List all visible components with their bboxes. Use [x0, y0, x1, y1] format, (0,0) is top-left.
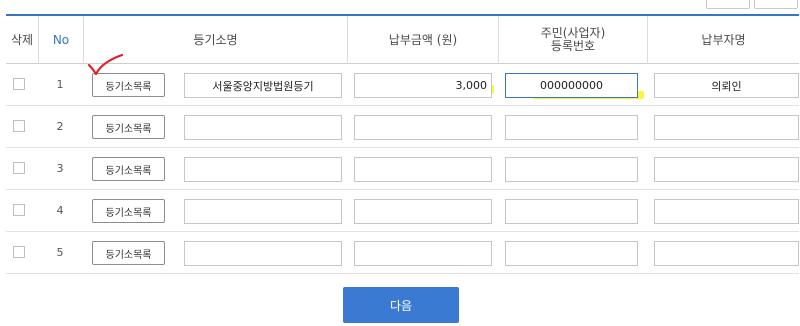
header-delete: 삭제	[6, 16, 38, 64]
registry-name-input[interactable]: 서울중앙지방법원등기	[184, 73, 342, 98]
amount-input[interactable]	[354, 199, 492, 224]
header-payer: 납부자명	[648, 16, 799, 64]
row-number: 1	[56, 78, 64, 91]
header-amount-label: 납부금액 (원)	[388, 32, 458, 47]
header-delete-label: 삭제	[10, 32, 34, 47]
row-number: 2	[56, 120, 64, 133]
registry-name-input[interactable]	[184, 157, 342, 182]
registry-list-button[interactable]: 등기소목록	[92, 241, 165, 265]
row-number: 3	[56, 162, 64, 175]
registry-list-button[interactable]: 등기소목록	[92, 157, 165, 181]
payer-name-input[interactable]	[654, 241, 799, 266]
payer-name-input[interactable]	[654, 157, 799, 182]
registry-name-value: 서울중앙지방법원등기	[212, 79, 314, 93]
amount-value: 3,000	[455, 79, 488, 92]
resident-id-input[interactable]: 000000000	[505, 73, 638, 98]
delete-checkbox[interactable]	[13, 204, 25, 216]
payer-name-input[interactable]	[654, 199, 799, 224]
amount-input[interactable]	[354, 115, 492, 140]
header-no: No	[39, 16, 83, 64]
top-button-left[interactable]	[706, 0, 750, 9]
row-number: 5	[56, 246, 64, 259]
delete-checkbox[interactable]	[13, 162, 25, 174]
delete-checkbox[interactable]	[13, 246, 25, 258]
top-button-right[interactable]	[754, 0, 798, 9]
resident-id-input[interactable]	[505, 241, 638, 266]
table-row: 4 등기소목록	[6, 190, 799, 232]
resident-id-input[interactable]	[505, 157, 638, 182]
header-resident-id-line2: 등록번호	[550, 39, 596, 53]
table-row: 3 등기소목록	[6, 148, 799, 190]
table-row: 5 등기소목록	[6, 232, 799, 274]
header-amount: 납부금액 (원)	[348, 16, 498, 64]
row-number: 4	[56, 204, 64, 217]
top-button-group	[706, 0, 798, 9]
payer-name-value: 의뢰인	[711, 79, 742, 93]
delete-checkbox[interactable]	[13, 78, 25, 90]
payer-name-input[interactable]: 의뢰인	[654, 73, 799, 98]
resident-id-input[interactable]	[505, 199, 638, 224]
header-payer-label: 납부자명	[701, 32, 746, 47]
resident-id-input[interactable]	[505, 115, 638, 140]
next-button[interactable]: 다음	[343, 287, 459, 323]
red-checkmark-icon	[87, 53, 124, 76]
registry-name-input[interactable]	[184, 199, 342, 224]
registry-name-input[interactable]	[184, 241, 342, 266]
delete-checkbox[interactable]	[13, 120, 25, 132]
header-no-label: No	[52, 32, 70, 47]
amount-input[interactable]	[354, 157, 492, 182]
registry-list-button[interactable]: 등기소목록	[92, 115, 165, 139]
resident-id-value: 000000000	[540, 79, 603, 92]
registry-name-input[interactable]	[184, 115, 342, 140]
amount-input[interactable]: 3,000	[354, 73, 492, 98]
header-registry-label: 등기소명	[193, 32, 238, 47]
amount-input[interactable]	[354, 241, 492, 266]
payer-name-input[interactable]	[654, 115, 799, 140]
header-resident-id: 주민(사업자) 등록번호	[499, 16, 647, 64]
registry-list-button[interactable]: 등기소목록	[92, 199, 165, 223]
table-row: 2 등기소목록	[6, 106, 799, 148]
